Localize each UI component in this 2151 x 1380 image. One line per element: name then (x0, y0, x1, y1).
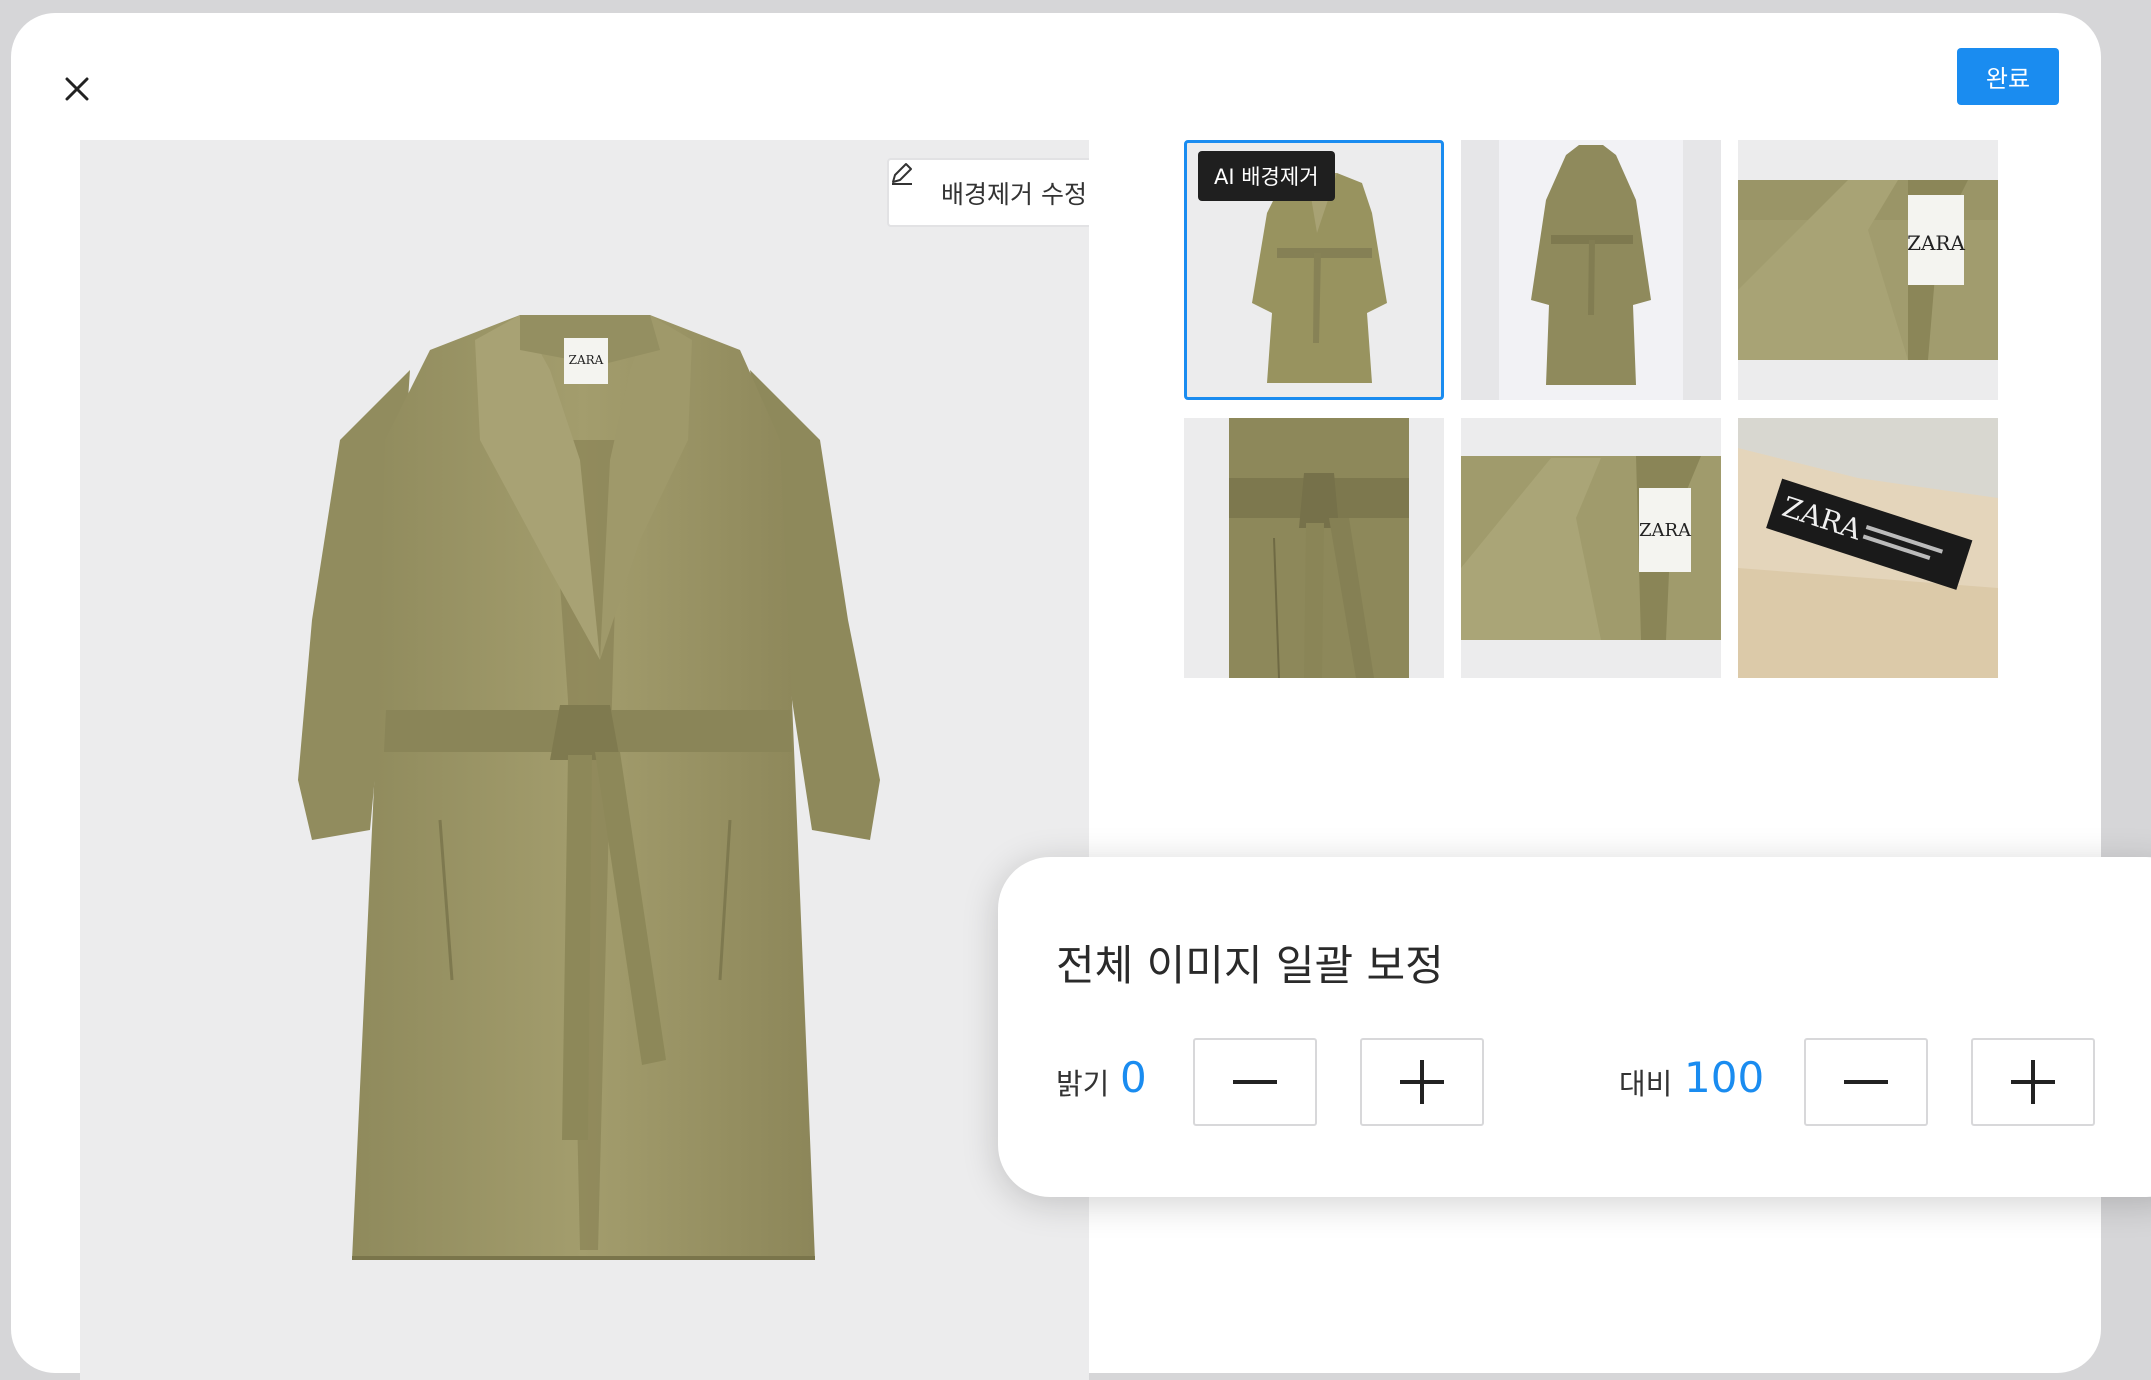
close-button[interactable] (55, 67, 99, 111)
contrast-value: 100 (1684, 1053, 1765, 1102)
batch-adjust-panel: 전체 이미지 일괄 보정 밝기 0 대비 100 (998, 857, 2151, 1197)
minus-icon (1233, 1080, 1277, 1084)
collar-closeup-thumbnail: ZARA (1738, 180, 1998, 360)
brightness-value: 0 (1120, 1053, 1147, 1102)
brand-label-text: ZARA (569, 353, 604, 367)
contrast-label: 대비 (1619, 1067, 1673, 1101)
close-icon (65, 77, 89, 101)
thumbnail-2[interactable] (1461, 140, 1721, 400)
done-button[interactable]: 완료 (1957, 48, 2059, 105)
edit-background-button[interactable]: 배경제거 수정 (887, 158, 1089, 227)
thumbnail-6[interactable]: ZARA (1738, 418, 1998, 678)
brightness-label: 밝기 (1056, 1067, 1110, 1101)
minus-icon (1844, 1080, 1888, 1084)
contrast-decrease-button[interactable] (1804, 1038, 1928, 1126)
inner-label-closeup-thumbnail: ZARA (1738, 418, 1998, 678)
plus-icon (2011, 1060, 2055, 1104)
ai-background-removed-badge: AI 배경제거 (1198, 151, 1335, 201)
edit-background-label: 배경제거 수정 (941, 179, 1087, 209)
coat-front-image: ZARA (298, 315, 880, 1260)
contrast-increase-button[interactable] (1971, 1038, 2095, 1126)
svg-text:ZARA: ZARA (1639, 520, 1692, 541)
thumbnail-4[interactable] (1184, 418, 1444, 678)
brightness-increase-button[interactable] (1360, 1038, 1484, 1126)
coat-back-thumbnail (1461, 140, 1721, 400)
pencil-icon (892, 163, 912, 185)
collar-label-closeup-thumbnail: ZARA (1461, 456, 1721, 640)
thumbnail-3[interactable]: ZARA (1738, 140, 1998, 400)
svg-text:ZARA: ZARA (1907, 231, 1965, 255)
brightness-decrease-button[interactable] (1193, 1038, 1317, 1126)
belt-closeup-thumbnail (1229, 418, 1409, 678)
main-image-preview: ZARA 배경제거 수정 (80, 140, 1089, 1380)
plus-icon (1400, 1060, 1444, 1104)
thumbnail-5[interactable]: ZARA (1461, 418, 1721, 678)
batch-adjust-title: 전체 이미지 일괄 보정 (1056, 941, 1444, 990)
thumbnail-1[interactable]: AI 배경제거 (1184, 140, 1444, 400)
